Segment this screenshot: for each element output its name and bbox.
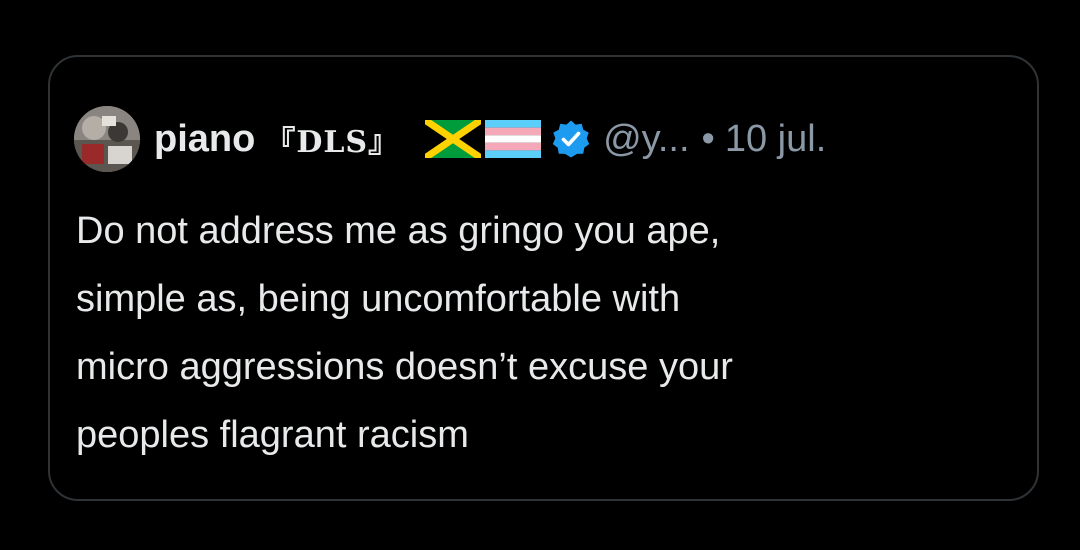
avatar[interactable] <box>74 106 140 172</box>
verified-badge-icon[interactable] <box>551 119 591 159</box>
flag-emojis <box>425 120 542 158</box>
separator-dot: • <box>701 117 715 160</box>
tweet-header: piano 『DLS』 @y... • 10 jul. <box>74 106 826 172</box>
tweet-date[interactable]: 10 jul. <box>725 118 826 161</box>
display-name-tag[interactable]: 『DLS』 <box>265 117 399 161</box>
tweet-text-line: peoples flagrant racism <box>76 414 469 456</box>
transgender-flag-icon <box>485 120 542 158</box>
tweet-text-line: simple as, being uncomfortable with <box>76 278 681 320</box>
tweet-text-line: Do not address me as gringo you ape, <box>76 210 721 252</box>
display-name[interactable]: piano <box>154 118 255 161</box>
tweet-text-line: micro aggressions doesn’t excuse your <box>76 346 733 388</box>
user-handle[interactable]: @y... <box>603 118 689 161</box>
tweet-text: Do not address me as gringo you ape, sim… <box>76 197 1016 469</box>
jamaica-flag-icon <box>425 120 482 158</box>
quoted-tweet-card[interactable]: piano 『DLS』 @y... • 10 jul. Do not addre… <box>48 55 1039 501</box>
